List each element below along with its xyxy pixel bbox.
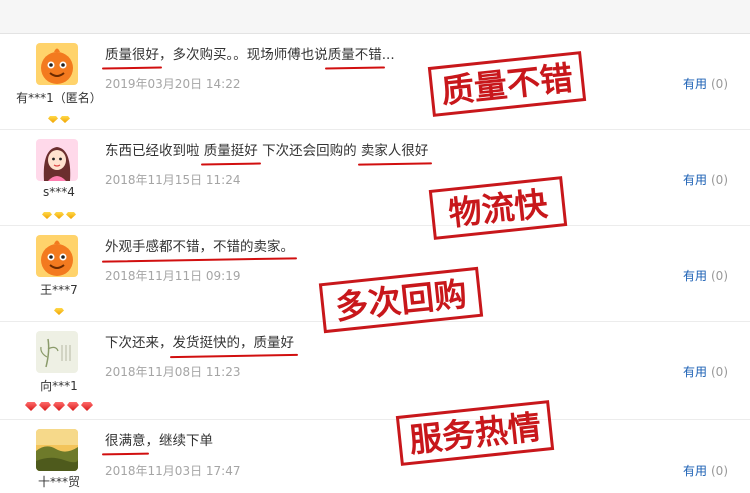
top-strip — [0, 0, 750, 34]
reviewer-level — [4, 396, 114, 411]
useful-count: (0) — [711, 365, 728, 379]
review-content: 东西已经收到啦 质量挺好 下次还会回购的 卖家人很好 — [105, 139, 428, 159]
highlighted-text: 质量挺好 — [204, 139, 258, 159]
reviewer-level — [4, 108, 114, 123]
useful-button[interactable]: 有用 (0) — [683, 363, 728, 380]
review-text: ，多次购买。。现场师傅也说 — [159, 47, 328, 63]
useful-count: (0) — [711, 269, 728, 283]
reviewer-level — [4, 300, 114, 315]
useful-count: (0) — [711, 173, 728, 187]
review-item: 有***1（匿名） 质量很好，多次购买。。现场师傅也说质量不错... 2019年… — [0, 34, 750, 130]
useful-label[interactable]: 有用 — [683, 269, 707, 283]
review-content: 下次还来，发货挺快的，质量好 — [105, 331, 294, 351]
review-date: 2018年11月08日 11:23 — [105, 365, 241, 379]
gem-icon — [66, 212, 76, 219]
useful-count: (0) — [711, 464, 728, 478]
review-text: 东西已经收到啦 — [105, 143, 204, 159]
red-gem-icon — [53, 402, 65, 411]
orange-mascot-avatar — [36, 235, 78, 277]
highlighted-text: 很满意 — [105, 429, 146, 449]
reviewer-username: s***4 — [43, 185, 75, 199]
highlighted-text: 发货挺快的，质量好 — [173, 331, 295, 351]
reviewer-username: 向***1 — [40, 379, 78, 393]
red-gem-icon — [39, 402, 51, 411]
review-content: 质量很好，多次购买。。现场师傅也说质量不错... — [105, 43, 395, 63]
review-date: 2018年11月15日 11:24 — [105, 173, 241, 187]
useful-label[interactable]: 有用 — [683, 464, 707, 478]
useful-button[interactable]: 有用 (0) — [683, 462, 728, 479]
reviewer-username: 十***贸 — [37, 475, 80, 489]
orange-mascot-avatar — [36, 43, 78, 85]
gem-icon — [60, 116, 70, 123]
review-date: 2019年03月20日 14:22 — [105, 77, 241, 91]
review-item: 十***贸 很满意，继续下单 2018年11月03日 17:47 有用 (0) — [0, 420, 750, 493]
red-gem-icon — [81, 402, 93, 411]
highlighted-text: 质量不错 — [328, 43, 382, 63]
highlighted-text: 质量很好 — [105, 43, 159, 63]
review-content: 很满意，继续下单 — [105, 429, 213, 449]
red-gem-icon — [67, 402, 79, 411]
useful-button[interactable]: 有用 (0) — [683, 75, 728, 92]
gem-icon — [54, 212, 64, 219]
useful-label[interactable]: 有用 — [683, 173, 707, 187]
girl-avatar — [36, 139, 78, 181]
plant-sketch-avatar — [36, 331, 78, 373]
review-text: ，继续下单 — [145, 433, 214, 449]
review-text: 下次还来， — [105, 335, 173, 351]
review-text: 下次还会回购的 — [257, 143, 361, 159]
review-date: 2018年11月11日 09:19 — [105, 269, 241, 283]
review-date: 2018年11月03日 17:47 — [105, 464, 241, 478]
reviewer-level — [4, 204, 114, 219]
red-gem-icon — [25, 402, 37, 411]
highlighted-text: 卖家人很好 — [361, 139, 429, 159]
useful-label[interactable]: 有用 — [683, 365, 707, 379]
review-item: s***4 东西已经收到啦 质量挺好 下次还会回购的 卖家人很好 2018年11… — [0, 130, 750, 226]
gem-icon — [42, 212, 52, 219]
review-item: 向***1 下次还来，发货挺快的，质量好 2018年11月08日 11:23 有… — [0, 322, 750, 420]
review-text: ... — [381, 47, 395, 63]
reviewer-username: 王***7 — [40, 283, 78, 297]
useful-label[interactable]: 有用 — [683, 77, 707, 91]
review-content: 外观手感都不错，不错的卖家。 — [105, 235, 294, 255]
gem-icon — [54, 308, 64, 315]
useful-count: (0) — [711, 77, 728, 91]
useful-button[interactable]: 有用 (0) — [683, 267, 728, 284]
highlighted-text: 外观手感都不错，不错的卖家。 — [105, 235, 294, 255]
useful-button[interactable]: 有用 (0) — [683, 171, 728, 188]
landscape-avatar — [36, 429, 78, 471]
reviewer-username: 有***1（匿名） — [16, 91, 102, 105]
gem-icon — [48, 116, 58, 123]
